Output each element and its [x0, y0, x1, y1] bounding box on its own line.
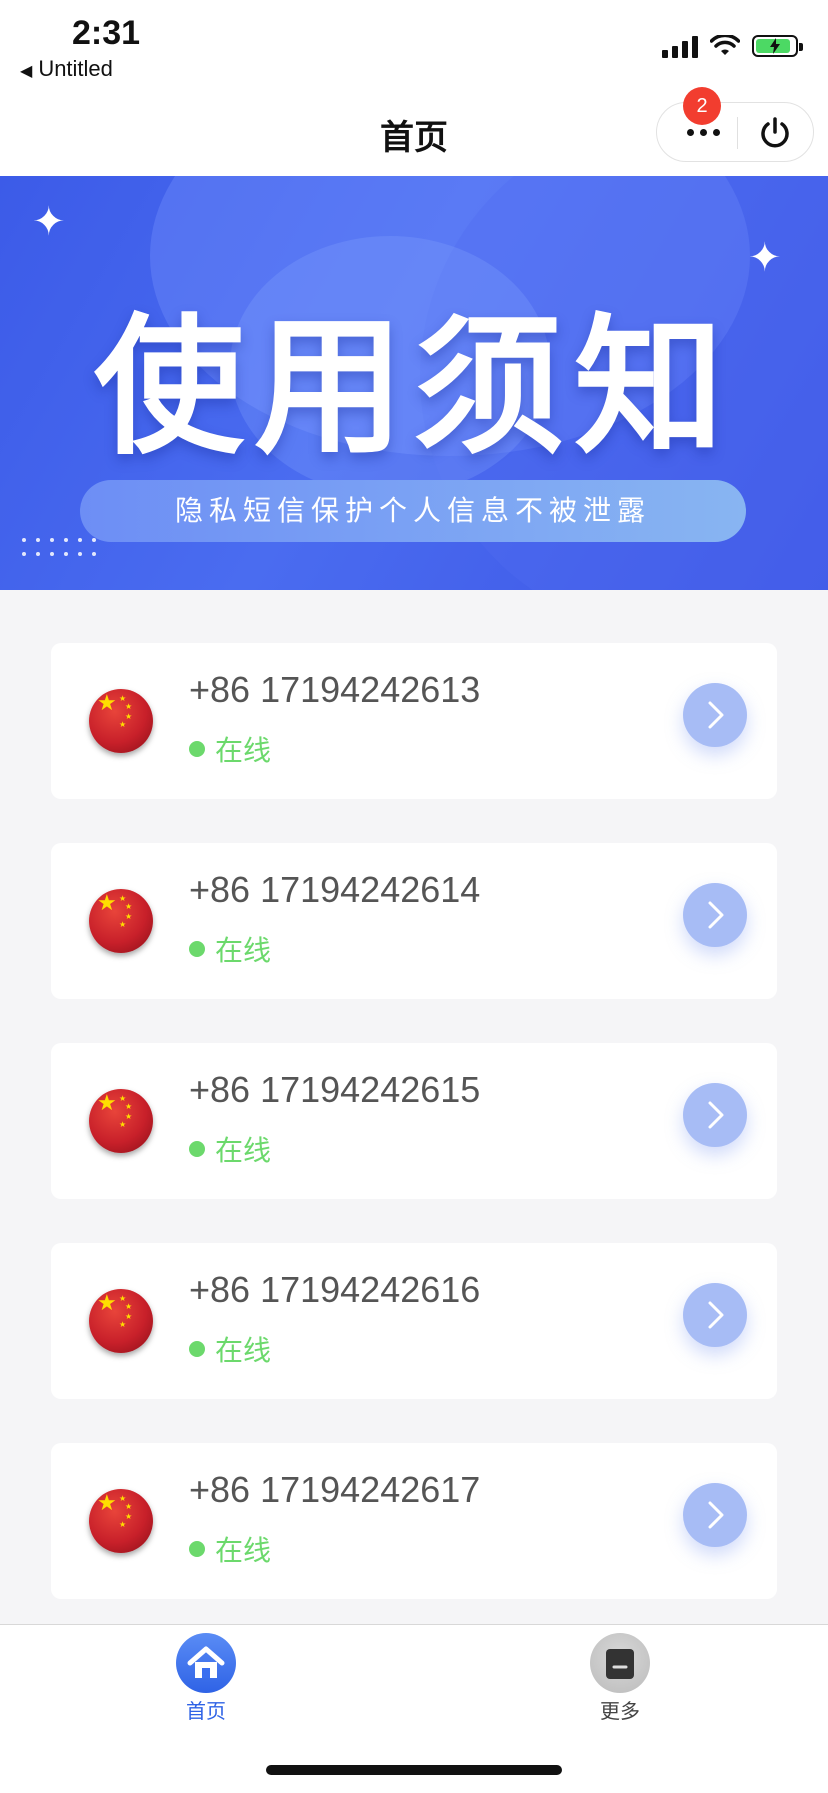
phone-number: +86 17194242615 [189, 1069, 481, 1110]
status-label: 在线 [215, 1534, 272, 1567]
power-icon[interactable] [757, 115, 793, 151]
home-icon [176, 1633, 236, 1693]
china-flag-icon: ★ ★ ★ ★ ★ [89, 1489, 153, 1553]
open-number-button[interactable] [683, 1083, 747, 1147]
notice-banner[interactable]: ✦ ✦ 使用须知 隐私短信保护个人信息不被泄露 [0, 176, 828, 590]
online-dot-icon [189, 1141, 205, 1157]
decorative-dots [22, 538, 106, 556]
china-flag-icon: ★ ★ ★ ★ ★ [89, 1289, 153, 1353]
sparkle-icon: ✦ [32, 199, 66, 245]
phone-number: +86 17194242614 [189, 869, 481, 910]
cellular-signal-icon [662, 34, 698, 58]
status-label: 在线 [215, 934, 272, 967]
phone-number: +86 17194242613 [189, 669, 481, 710]
chevron-right-icon [708, 701, 724, 729]
open-number-button[interactable] [683, 883, 747, 947]
phone-number-card[interactable]: ★ ★ ★ ★ ★ +86 17194242614 在线 [51, 843, 777, 999]
online-status: 在线 [189, 929, 271, 969]
china-flag-icon: ★ ★ ★ ★ ★ [89, 689, 153, 753]
chevron-right-icon [708, 1301, 724, 1329]
tab-home-label: 首页 [186, 1699, 226, 1723]
banner-subtitle: 隐私短信保护个人信息不被泄露 [80, 480, 746, 542]
status-label: 在线 [215, 1134, 272, 1167]
status-label: 在线 [215, 1334, 272, 1367]
more-icon [590, 1633, 650, 1693]
phone-number: +86 17194242617 [189, 1469, 481, 1510]
more-dots-icon [686, 128, 694, 136]
battery-charging-icon [752, 35, 803, 57]
online-status: 在线 [189, 1529, 271, 1569]
home-indicator [266, 1765, 562, 1775]
open-number-button[interactable] [683, 683, 747, 747]
phone-number: +86 17194242616 [189, 1269, 481, 1310]
navigation-bar: 首页 2 [0, 87, 828, 176]
chevron-right-icon [708, 1101, 724, 1129]
mini-program-capsule: 2 [656, 87, 814, 162]
back-triangle-icon: ◀ [20, 63, 33, 80]
online-dot-icon [189, 1341, 205, 1357]
capsule-divider [737, 117, 738, 149]
chevron-right-icon [708, 1501, 724, 1529]
tab-more[interactable]: 更多 [560, 1633, 680, 1724]
phone-number-card[interactable]: ★ ★ ★ ★ ★ +86 17194242615 在线 [51, 1043, 777, 1199]
phone-number-card[interactable]: ★ ★ ★ ★ ★ +86 17194242616 在线 [51, 1243, 777, 1399]
online-dot-icon [189, 741, 205, 757]
tab-more-label: 更多 [600, 1699, 640, 1723]
status-label: 在线 [215, 734, 272, 767]
more-options-button[interactable] [679, 117, 727, 147]
status-icons [662, 34, 803, 58]
phone-number-card[interactable]: ★ ★ ★ ★ ★ +86 17194242617 在线 [51, 1443, 777, 1599]
status-time: 2:31 [72, 14, 141, 52]
online-status: 在线 [189, 1129, 271, 1169]
open-number-button[interactable] [683, 1483, 747, 1547]
online-status: 在线 [189, 1329, 271, 1369]
wifi-icon [710, 35, 740, 55]
china-flag-icon: ★ ★ ★ ★ ★ [89, 1089, 153, 1153]
chevron-right-icon [708, 901, 724, 929]
banner-title: 使用须知 [93, 301, 734, 475]
status-bar: 2:31 ◀ Untitled [0, 0, 828, 92]
tab-home[interactable]: 首页 [146, 1633, 266, 1724]
online-status: 在线 [189, 729, 271, 769]
open-number-button[interactable] [683, 1283, 747, 1347]
back-to-app-link[interactable]: ◀ Untitled [20, 56, 113, 82]
phone-number-card[interactable]: ★ ★ ★ ★ ★ +86 17194242613 在线 [51, 643, 777, 799]
online-dot-icon [189, 1541, 205, 1557]
back-app-label: Untitled [38, 56, 113, 81]
china-flag-icon: ★ ★ ★ ★ ★ [89, 889, 153, 953]
online-dot-icon [189, 941, 205, 957]
